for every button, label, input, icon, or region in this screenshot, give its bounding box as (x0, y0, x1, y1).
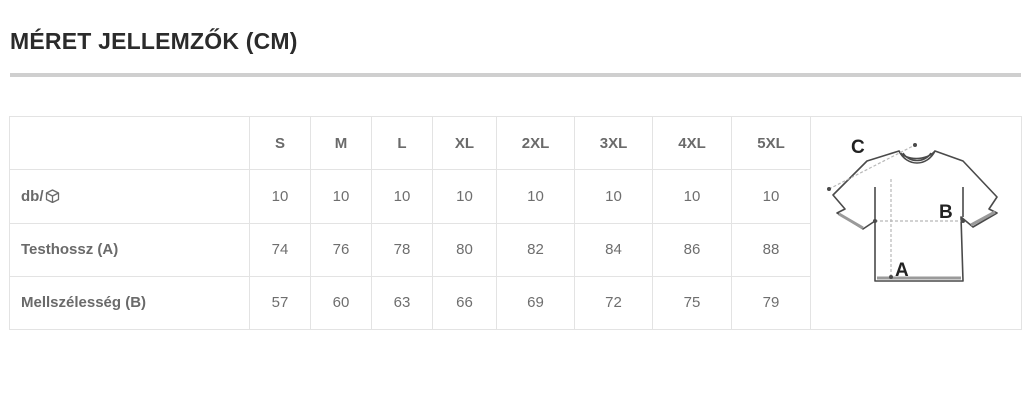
tshirt-diagram-cell: C B A (810, 116, 1022, 330)
row-label: Mellszélesség (B) (9, 275, 250, 331)
table-cell: 10 (371, 169, 433, 224)
table-cell: 86 (652, 222, 732, 277)
table-cell: 10 (731, 169, 811, 224)
table-cell: 10 (574, 169, 653, 224)
table-cell: 88 (731, 222, 811, 277)
table-cell: 69 (496, 275, 575, 331)
table-cell: 66 (432, 275, 497, 331)
table-cell: 80 (432, 222, 497, 277)
column-header: M (310, 115, 372, 171)
table-cell: 84 (574, 222, 653, 277)
diagram-label-b: B (939, 202, 953, 223)
table-cell: 75 (652, 275, 732, 331)
column-header: S (249, 115, 311, 171)
table-cell: 78 (371, 222, 433, 277)
table-cell: 10 (496, 169, 575, 224)
table-cell: 57 (249, 275, 311, 331)
table-cell: 10 (652, 169, 732, 224)
table-cell: 63 (371, 275, 433, 331)
row-label: Testhossz (A) (9, 222, 250, 277)
column-header: XL (432, 115, 497, 171)
table-cell: 82 (496, 222, 575, 277)
table-cell: 10 (310, 169, 372, 224)
row-label: db/ (9, 169, 250, 224)
column-header: 5XL (731, 115, 811, 171)
table-cell: 10 (432, 169, 497, 224)
diagram-label-a: A (895, 260, 909, 281)
diagram-label-c: C (851, 137, 865, 158)
table-cell: 79 (731, 275, 811, 331)
tshirt-icon: C B A (827, 137, 998, 282)
column-header: L (371, 115, 433, 171)
size-table: S M L XL 2XL 3XL 4XL 5XL C B A db/ 10 10… (9, 115, 1022, 331)
table-cell: 10 (249, 169, 311, 224)
table-cell: 76 (310, 222, 372, 277)
title-divider (10, 73, 1021, 77)
column-header: 4XL (652, 115, 732, 171)
box-icon (45, 189, 59, 203)
column-header: 2XL (496, 115, 575, 171)
table-cell: 60 (310, 275, 372, 331)
table-cell: 72 (574, 275, 653, 331)
page-title: MÉRET JELLEMZŐK (CM) (10, 28, 298, 54)
table-cell: 74 (249, 222, 311, 277)
column-header: 3XL (574, 115, 653, 171)
row-label-text: db/ (21, 187, 44, 205)
table-header-row: S M L XL 2XL 3XL 4XL 5XL C B A (9, 115, 1022, 330)
header-empty-cell (9, 115, 250, 171)
